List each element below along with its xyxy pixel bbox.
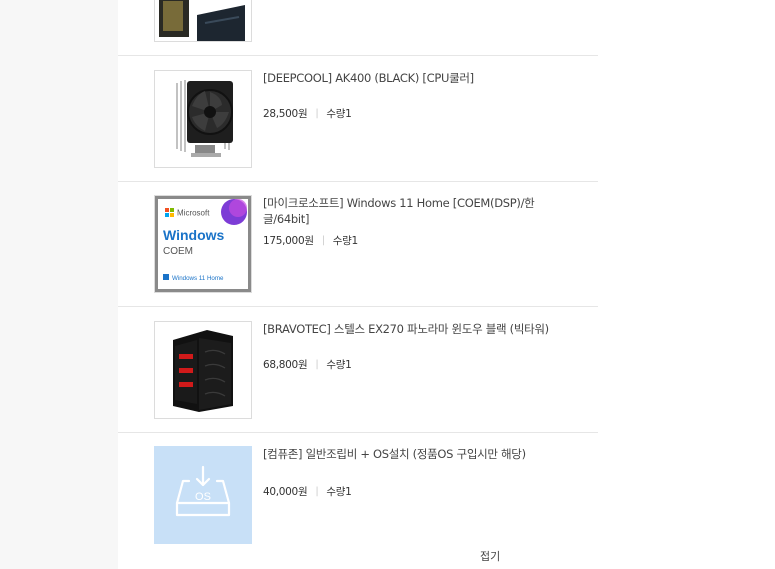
product-quantity: 수량1 bbox=[326, 108, 352, 120]
left-gutter bbox=[0, 0, 118, 569]
list-item: OS [컴퓨존] 일반조립비 + OS설치 (정품OS 구입시만 해당) 40,… bbox=[118, 433, 598, 569]
product-thumbnail[interactable]: Microsoft Windows COEM Windows 11 Home bbox=[154, 195, 252, 293]
product-quantity: 수량1 bbox=[326, 486, 352, 498]
meta-divider: | bbox=[315, 108, 319, 119]
pc-case-icon bbox=[155, 322, 251, 418]
product-name[interactable]: [컴퓨존] 일반조립비 + OS설치 (정품OS 구입시만 해당) bbox=[263, 446, 553, 462]
product-name[interactable]: [BRAVOTEC] 스텔스 EX270 파노라마 윈도우 블랙 (빅타워) bbox=[263, 321, 553, 337]
product-thumbnail[interactable]: OS bbox=[154, 446, 252, 544]
os-install-icon: OS bbox=[155, 447, 251, 543]
product-thumbnail[interactable] bbox=[154, 70, 252, 168]
windows-box-icon: Microsoft Windows COEM Windows 11 Home bbox=[155, 196, 251, 292]
meta-divider: | bbox=[315, 486, 319, 497]
order-item-list: [DEEPCOOL] AK400 (BLACK) [CPU쿨러] 28,500원… bbox=[118, 0, 598, 569]
product-price: 68,800원 bbox=[263, 359, 308, 371]
product-name[interactable]: [DEEPCOOL] AK400 (BLACK) [CPU쿨러] bbox=[263, 70, 553, 86]
price-quantity: 175,000원 | 수량1 bbox=[263, 233, 358, 248]
cpu-cooler-icon bbox=[155, 71, 251, 167]
fold-button[interactable]: 접기 bbox=[480, 548, 500, 564]
box-footer: Windows 11 Home bbox=[172, 275, 224, 282]
list-item: Microsoft Windows COEM Windows 11 Home [… bbox=[118, 182, 598, 307]
meta-divider: | bbox=[315, 359, 319, 370]
power-supply-icon bbox=[155, 0, 251, 41]
os-badge: OS bbox=[195, 491, 211, 503]
product-quantity: 수량1 bbox=[326, 359, 352, 371]
box-brand: Microsoft bbox=[177, 209, 210, 218]
price-quantity: 68,800원 | 수량1 bbox=[263, 357, 352, 372]
product-price: 28,500원 bbox=[263, 108, 308, 120]
box-product: Windows bbox=[163, 227, 225, 243]
product-price: 175,000원 bbox=[263, 235, 314, 247]
list-item: [BRAVOTEC] 스텔스 EX270 파노라마 윈도우 블랙 (빅타워) 6… bbox=[118, 307, 598, 433]
psu-thumbnail[interactable] bbox=[154, 0, 252, 42]
price-quantity: 40,000원 | 수량1 bbox=[263, 484, 352, 499]
product-thumbnail[interactable] bbox=[154, 321, 252, 419]
product-quantity: 수량1 bbox=[332, 235, 358, 247]
price-quantity: 28,500원 | 수량1 bbox=[263, 106, 352, 121]
list-item-partial bbox=[118, 0, 598, 56]
meta-divider: | bbox=[321, 235, 325, 246]
list-item: [DEEPCOOL] AK400 (BLACK) [CPU쿨러] 28,500원… bbox=[118, 56, 598, 182]
box-edition: COEM bbox=[163, 246, 193, 257]
product-price: 40,000원 bbox=[263, 486, 308, 498]
product-name[interactable]: [마이크로소프트] Windows 11 Home [COEM(DSP)/한글/… bbox=[263, 195, 553, 227]
